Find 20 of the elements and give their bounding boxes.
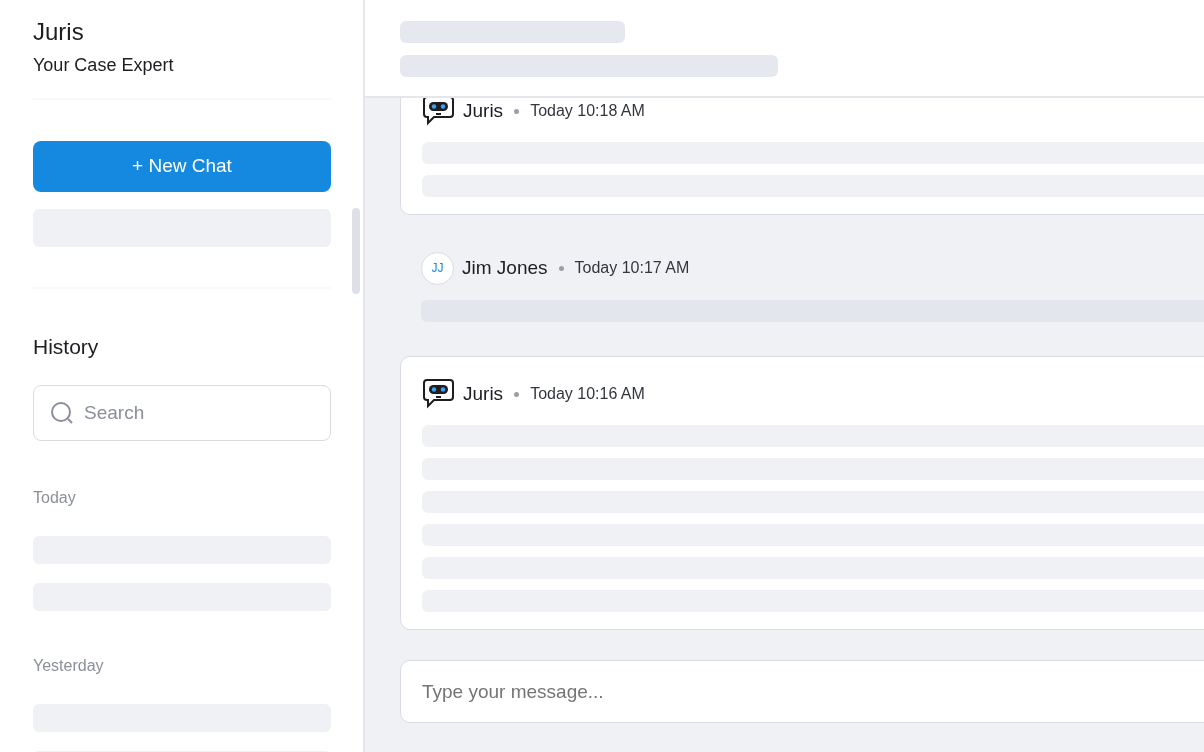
author-name: Juris (463, 98, 504, 123)
app-title: Juris (33, 18, 85, 46)
message-time: Today 10:17 AM (574, 258, 690, 278)
robot-chat-icon (422, 377, 455, 411)
new-chat-button[interactable]: + New Chat (33, 141, 331, 192)
author-name: Juris (463, 381, 504, 406)
separator-dot (514, 391, 520, 397)
scrollbar-thumb[interactable] (352, 208, 360, 294)
user-avatar: JJ (421, 251, 454, 285)
separator-dot (558, 265, 564, 271)
separator-dot (514, 108, 520, 114)
app-subtitle: Your Case Expert (33, 54, 175, 77)
history-heading: History (33, 334, 100, 360)
group-label: Yesterday (33, 655, 105, 676)
group-label: Today (33, 487, 77, 508)
message-time: Today 10:16 AM (530, 384, 645, 404)
search-field[interactable]: Search (33, 384, 331, 441)
message-input[interactable]: Type your message... (400, 660, 1204, 723)
message-time: Today 10:18 AM (530, 101, 645, 121)
author-name: Jim Jones (462, 255, 548, 280)
